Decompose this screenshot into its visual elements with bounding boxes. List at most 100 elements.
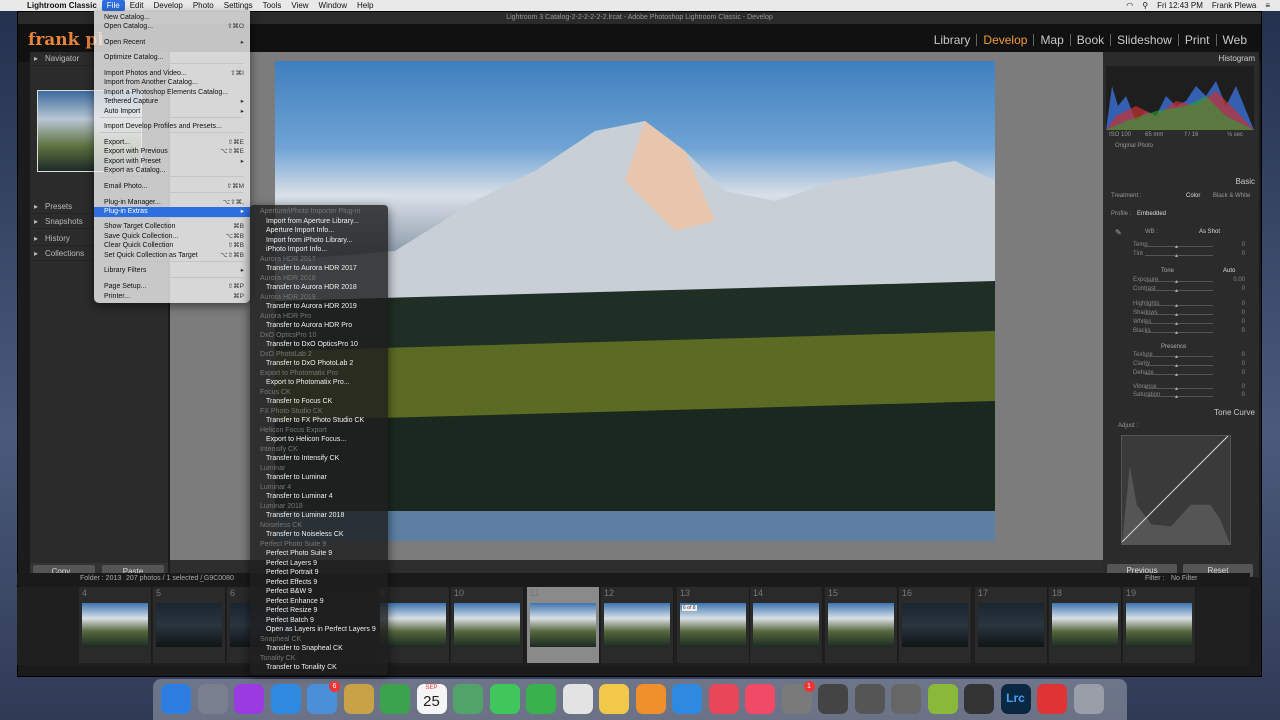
folder-label[interactable]: Folder : 2013	[80, 575, 121, 582]
slider-thumb[interactable]: ▴	[1175, 287, 1178, 294]
slider-temp[interactable]: Temp ▴ 0	[1107, 242, 1255, 251]
slider-thumb[interactable]: ▴	[1175, 243, 1178, 250]
filmstrip-thumbnail[interactable]: 17	[975, 587, 1048, 663]
photos-icon[interactable]	[599, 684, 629, 714]
slider-clarity[interactable]: Clarity ▴ 0	[1107, 361, 1255, 370]
submenu-item[interactable]: Transfer to Luminar	[250, 473, 388, 483]
menu-item-tethered-capture[interactable]: Tethered Capture ▸	[94, 97, 250, 107]
submenu-item[interactable]: iPhoto Import Info...	[250, 245, 388, 255]
menu-item-import-from-catalog[interactable]: Import from Another Catalog...	[94, 78, 250, 88]
submenu-item[interactable]: Perfect Batch 9	[250, 616, 388, 626]
slider-blacks[interactable]: Blacks ▴ 0	[1107, 328, 1255, 337]
norton-icon[interactable]	[964, 684, 994, 714]
menu-help[interactable]: Help	[352, 0, 378, 11]
tone-curve-header[interactable]: Tone Curve	[1214, 408, 1255, 417]
slider-texture[interactable]: Texture ▴ 0	[1107, 352, 1255, 361]
submenu-item[interactable]: Perfect Layers 9	[250, 559, 388, 569]
filmstrip-thumbnail[interactable]: 15	[825, 587, 898, 663]
books-icon[interactable]	[635, 684, 666, 714]
filmstrip-thumbnail[interactable]: 18	[1049, 587, 1122, 663]
filmstrip-thumbnail[interactable]: 12	[601, 587, 674, 663]
filter-dropdown[interactable]: No Filter	[1171, 575, 1197, 582]
tone-curve-graph[interactable]	[1121, 435, 1231, 545]
slider-value[interactable]: 0	[1242, 352, 1245, 358]
music-icon[interactable]	[745, 684, 775, 714]
submenu-item[interactable]: Transfer to DxO OpticsPro 10	[250, 340, 388, 350]
slider-value[interactable]: 0	[1242, 242, 1245, 248]
basic-header[interactable]: Basic	[1235, 177, 1255, 186]
slider-contrast[interactable]: Contrast ▴ 0	[1107, 286, 1255, 295]
maps-icon[interactable]	[453, 684, 483, 714]
submenu-item[interactable]: Transfer to Snapheal CK	[250, 644, 388, 654]
menu-window[interactable]: Window	[314, 0, 352, 11]
slider-track[interactable]	[1145, 305, 1213, 306]
filmstrip-thumbnail[interactable]: 19	[1123, 587, 1196, 663]
menu-item-email-photo[interactable]: Email Photo... ⇧⌘M	[94, 182, 250, 192]
submenu-item[interactable]: Transfer to Aurora HDR 2018	[250, 283, 388, 293]
menu-item-open-catalog[interactable]: Open Catalog... ⇧⌘O	[94, 22, 250, 32]
numbers-icon[interactable]	[380, 684, 410, 714]
eyedropper-icon[interactable]: ✎	[1115, 228, 1122, 237]
submenu-item[interactable]: Transfer to Aurora HDR 2019	[250, 302, 388, 312]
filmstrip-thumbnail[interactable]: 10	[451, 587, 524, 663]
slider-track[interactable]	[1145, 281, 1213, 282]
menu-item-export-as-catalog[interactable]: Export as Catalog...	[94, 166, 250, 176]
menu-item-library-filters[interactable]: Library Filters ▸	[94, 266, 250, 276]
menu-item-auto-import[interactable]: Auto Import ▸	[94, 107, 250, 117]
submenu-item[interactable]: Aperture Import Info...	[250, 226, 388, 236]
slider-value[interactable]: 0	[1242, 251, 1245, 257]
siri-icon[interactable]	[234, 684, 264, 714]
filmstrip-thumbnail[interactable]: 14	[750, 587, 823, 663]
menu-file[interactable]: File	[101, 0, 125, 11]
image-capture-icon[interactable]	[854, 684, 885, 714]
facetime-icon[interactable]	[526, 684, 556, 714]
treatment-color-button[interactable]: Color	[1186, 193, 1200, 199]
submenu-item[interactable]: Export to Photomatix Pro...	[250, 378, 388, 388]
original-photo-toggle[interactable]: Original Photo	[1115, 143, 1153, 149]
slider-track[interactable]	[1145, 255, 1213, 256]
submenu-item[interactable]: Transfer to FX Photo Studio CK	[250, 416, 388, 426]
submenu-item[interactable]: Import from iPhoto Library...	[250, 236, 388, 246]
dxo-icon[interactable]	[927, 684, 958, 714]
system-preferences-icon[interactable]: 1	[781, 681, 815, 714]
menu-item-printer[interactable]: Printer... ⌘P	[94, 292, 250, 302]
submenu-item[interactable]: Perfect Resize 9	[250, 606, 388, 616]
filmstrip-thumbnail[interactable]: 11	[527, 587, 600, 663]
submenu-item[interactable]: Export to Helicon Focus...	[250, 435, 388, 445]
slider-track[interactable]	[1145, 365, 1213, 366]
preview-tool-icon[interactable]	[891, 684, 921, 714]
slider-shadows[interactable]: Shadows ▴ 0	[1107, 310, 1255, 319]
treatment-bw-button[interactable]: Black & White	[1213, 193, 1250, 199]
submenu-item[interactable]: Transfer to Tonality CK	[250, 663, 388, 673]
filmstrip-thumbnail[interactable]: 13 6 of 8	[677, 587, 750, 663]
slider-value[interactable]: 0	[1242, 384, 1245, 390]
submenu-item[interactable]: Perfect Portrait 9	[250, 568, 388, 578]
clock[interactable]: Fri 12:43 PM	[1157, 0, 1203, 11]
submenu-item[interactable]: Transfer to Aurora HDR 2017	[250, 264, 388, 274]
wb-dropdown[interactable]: As Shot	[1199, 229, 1220, 235]
module-book[interactable]: Book	[1071, 34, 1112, 46]
slider-exposure[interactable]: Exposure ▴ 0.00	[1107, 277, 1255, 286]
menu-item-open-recent[interactable]: Open Recent ▸	[94, 38, 250, 48]
slider-thumb[interactable]: ▴	[1175, 320, 1178, 327]
slider-value[interactable]: 0	[1242, 319, 1245, 325]
module-map[interactable]: Map	[1034, 34, 1071, 46]
slider-track[interactable]	[1145, 323, 1213, 324]
slider-track[interactable]	[1145, 374, 1213, 375]
slider-dehaze[interactable]: Dehaze ▴ 0	[1107, 370, 1255, 379]
mail-icon[interactable]: 6	[307, 681, 340, 714]
trash-icon[interactable]	[1073, 684, 1104, 714]
slider-value[interactable]: 0	[1242, 370, 1245, 376]
slider-thumb[interactable]: ▴	[1175, 278, 1178, 285]
lightroom-icon[interactable]: Lrc	[1000, 684, 1031, 714]
calendar-icon[interactable]: SEP 25	[416, 684, 447, 714]
messages-icon[interactable]	[489, 684, 520, 714]
slider-track[interactable]	[1145, 356, 1213, 357]
slider-thumb[interactable]: ▴	[1175, 302, 1178, 309]
auto-tone-button[interactable]: Auto	[1223, 268, 1235, 274]
menu-item-page-setup[interactable]: Page Setup... ⇧⌘P	[94, 282, 250, 292]
creative-cloud-icon[interactable]	[1037, 684, 1067, 714]
slider-highlights[interactable]: Highlights ▴ 0	[1107, 301, 1255, 310]
slider-thumb[interactable]: ▴	[1175, 329, 1178, 336]
notes-icon[interactable]	[343, 684, 374, 714]
